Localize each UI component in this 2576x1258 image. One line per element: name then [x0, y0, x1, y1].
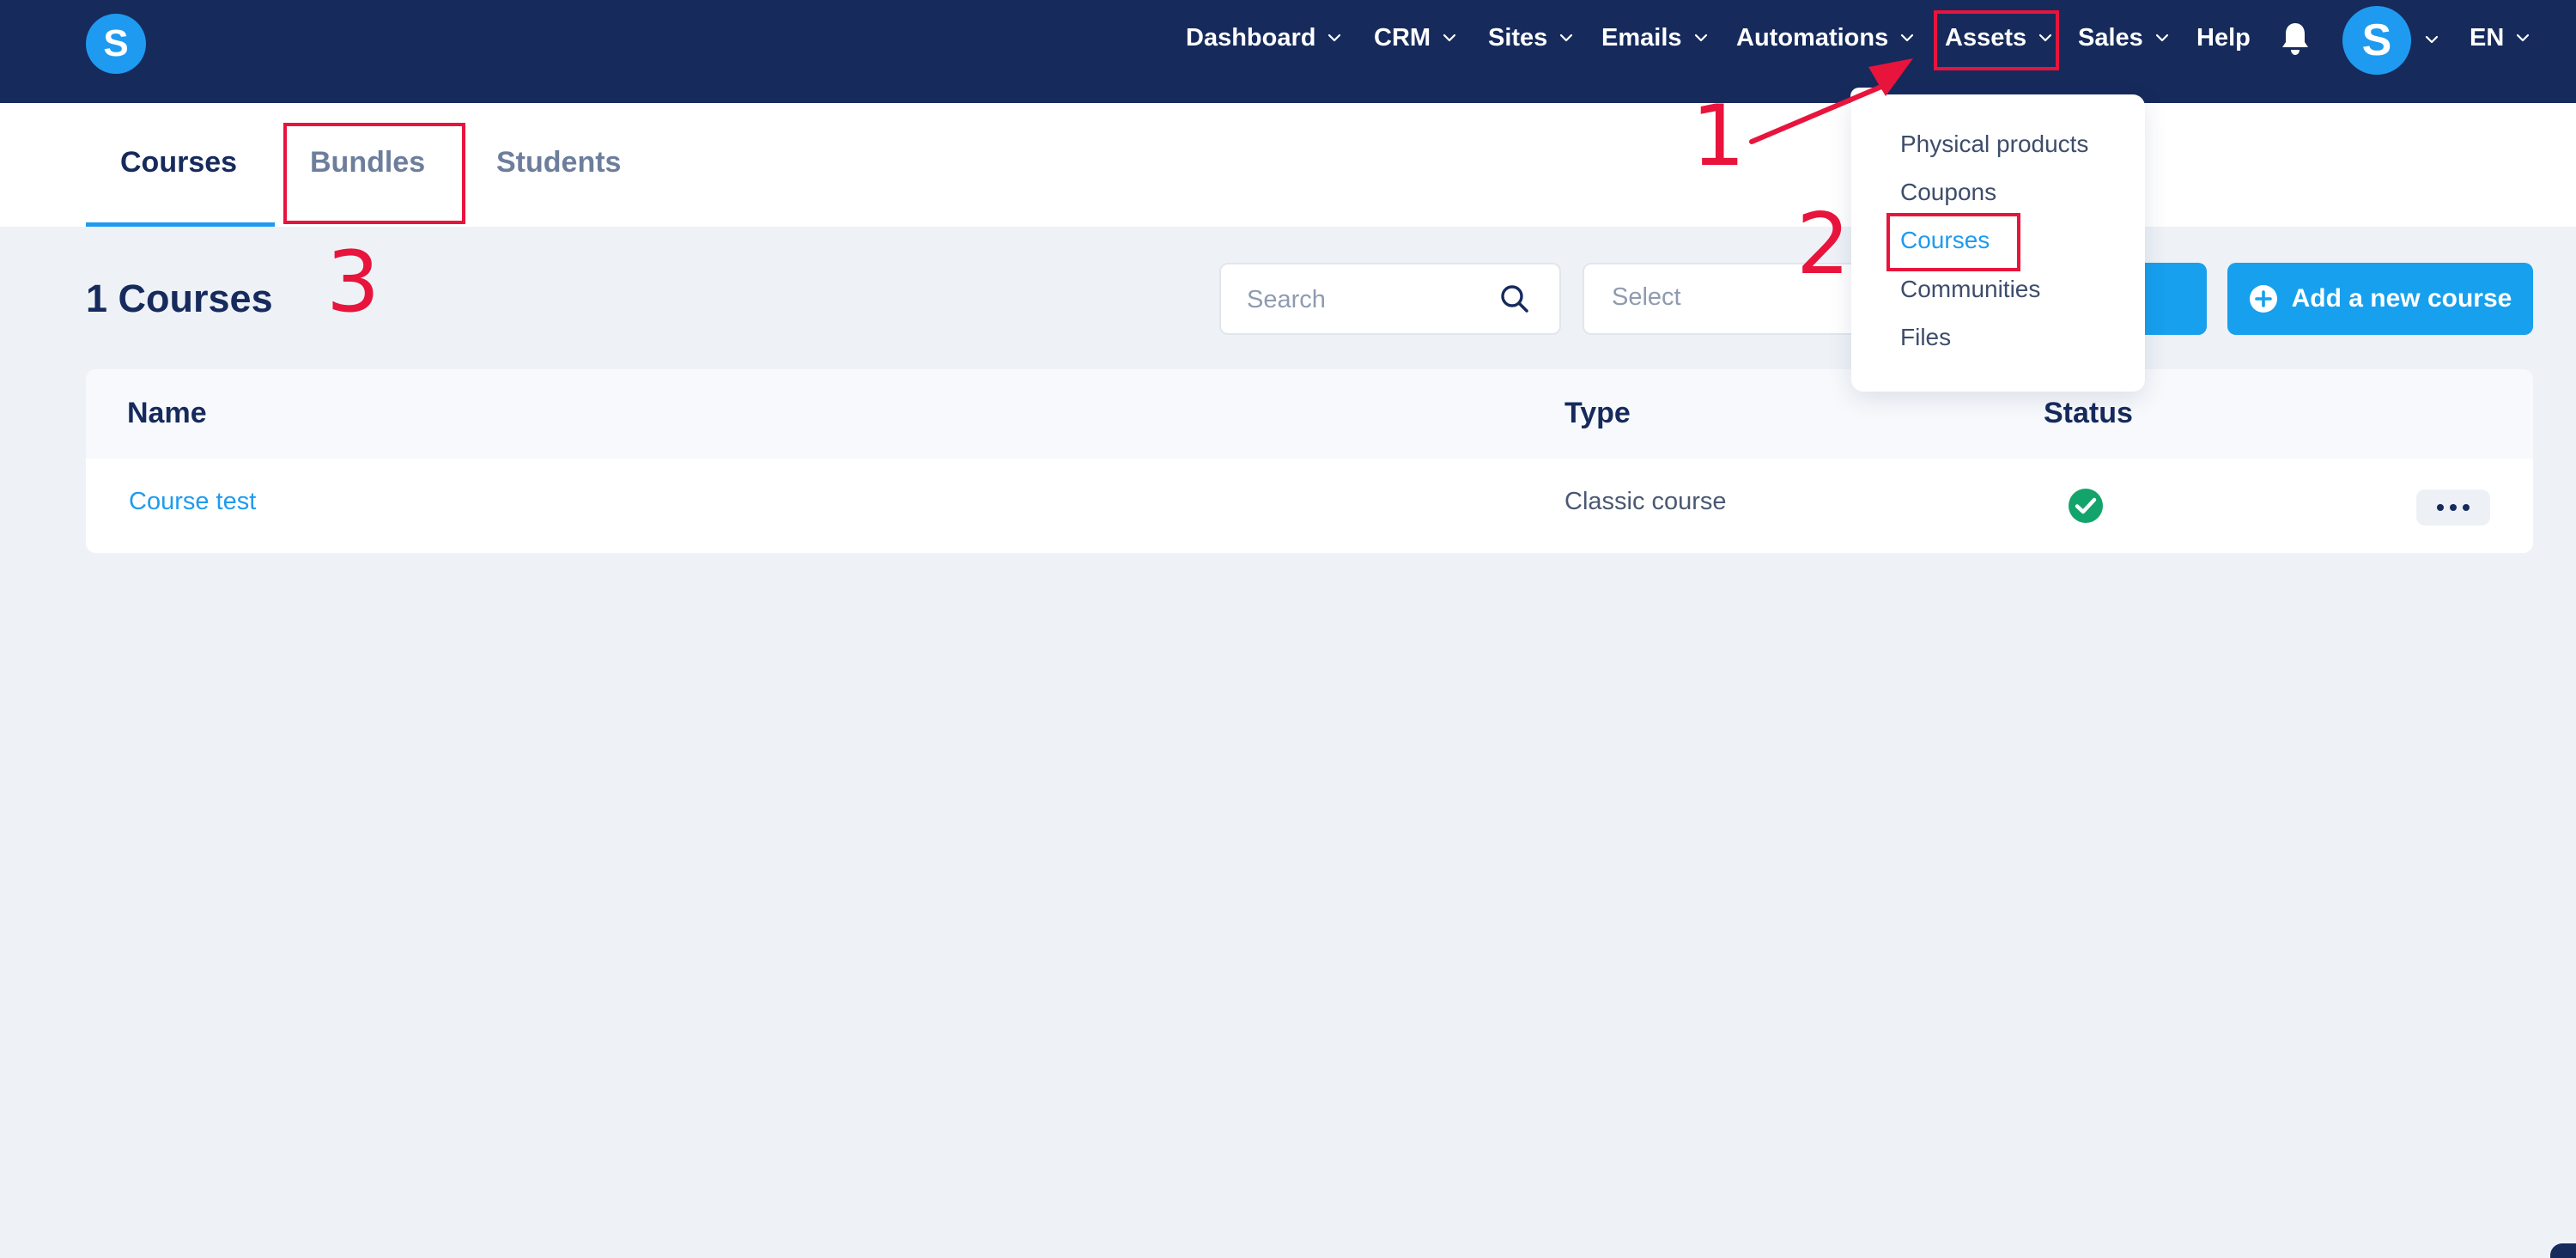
annotation-number-3: 3	[326, 234, 380, 331]
annotation-number-2: 2	[1796, 196, 1850, 294]
corner-widget[interactable]	[2550, 1243, 2576, 1258]
annotation-number-1: 1	[1692, 88, 1746, 185]
annotation-arrow	[1749, 58, 1913, 144]
